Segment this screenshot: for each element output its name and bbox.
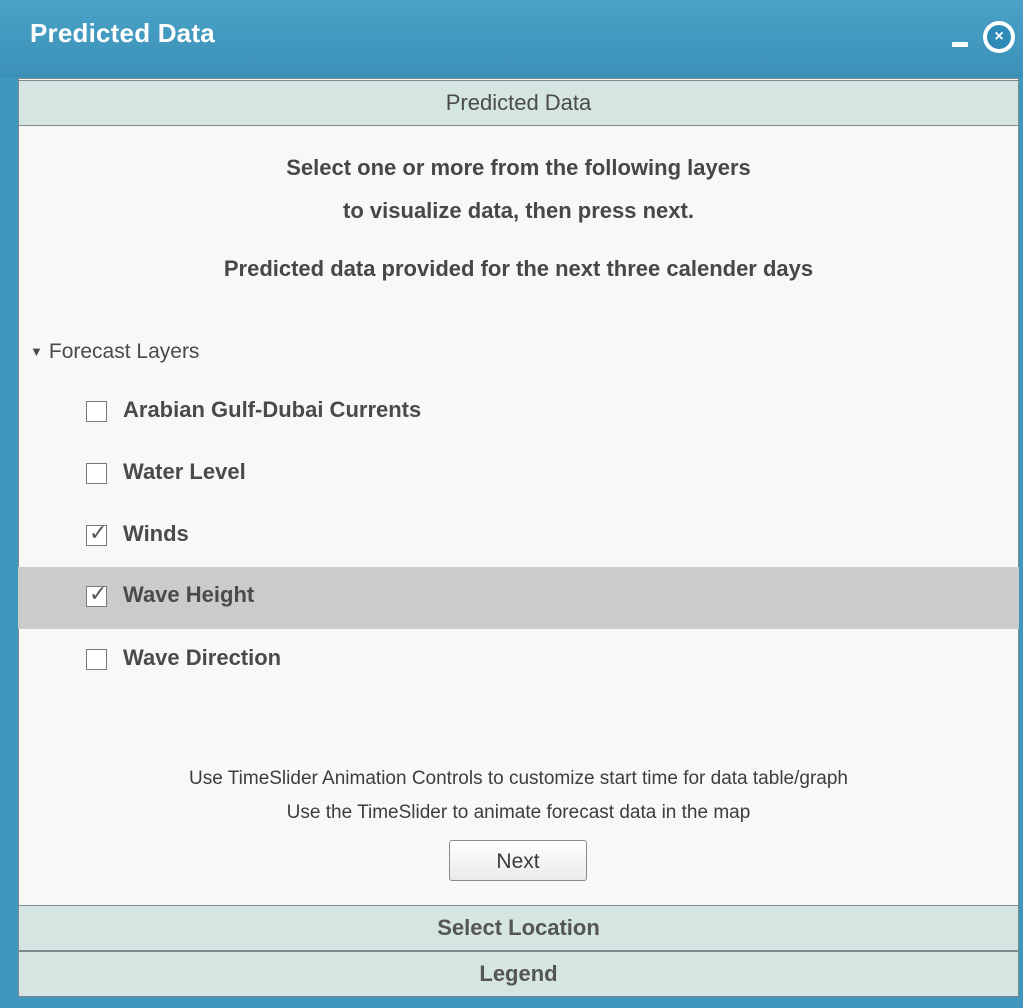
forecast-layers-toggle[interactable]: ▼ Forecast Layers — [30, 340, 199, 364]
layer-label: Wave Direction — [123, 645, 282, 670]
layer-row-wave-height[interactable]: ✓ Wave Height — [18, 567, 1019, 629]
intro-line-2: to visualize data, then press next. — [343, 198, 694, 223]
layer-row-arabian-gulf-currents[interactable]: Arabian Gulf-Dubai Currents — [18, 382, 1019, 444]
predicted-data-window: Predicted Data × Predicted Data Select o… — [0, 0, 1023, 1008]
checkmark-icon: ✓ — [89, 581, 108, 606]
layer-label: Winds — [123, 521, 189, 546]
intro-line-3: Predicted data provided for the next thr… — [223, 256, 814, 281]
checkbox-arabian-gulf-currents[interactable] — [86, 401, 107, 422]
layer-label: Wave Height — [123, 582, 255, 607]
timeslider-note-2: Use the TimeSlider to animate forecast d… — [286, 802, 751, 823]
timeslider-note-1: Use TimeSlider Animation Controls to cus… — [189, 768, 848, 789]
layer-row-winds[interactable]: ✓ Winds — [18, 506, 1019, 568]
checkbox-water-level[interactable] — [86, 463, 107, 484]
close-icon[interactable]: × — [983, 21, 1015, 53]
select-location-header[interactable]: Select Location — [18, 905, 1019, 951]
legend-header[interactable]: Legend — [18, 951, 1019, 997]
collapse-arrow-icon: ▼ — [30, 344, 43, 359]
next-button[interactable]: Next — [449, 840, 587, 881]
checkbox-wave-direction[interactable] — [86, 649, 107, 670]
layer-row-wave-direction[interactable]: Wave Direction — [18, 630, 1019, 692]
layer-label: Water Level — [123, 459, 246, 484]
predicted-data-header[interactable]: Predicted Data — [18, 80, 1019, 126]
checkbox-winds[interactable]: ✓ — [86, 520, 107, 546]
minimize-icon[interactable] — [952, 42, 968, 47]
close-glyph: × — [987, 25, 1011, 49]
window-title: Predicted Data — [30, 18, 215, 48]
layer-label: Arabian Gulf-Dubai Currents — [123, 397, 422, 422]
title-bar[interactable]: Predicted Data × — [0, 0, 1023, 78]
intro-line-1: Select one or more from the following la… — [286, 155, 751, 180]
forecast-layers-label: Forecast Layers — [48, 340, 200, 363]
layer-row-water-level[interactable]: Water Level — [18, 444, 1019, 506]
checkbox-wave-height[interactable]: ✓ — [86, 581, 107, 607]
checkmark-icon: ✓ — [89, 520, 108, 545]
